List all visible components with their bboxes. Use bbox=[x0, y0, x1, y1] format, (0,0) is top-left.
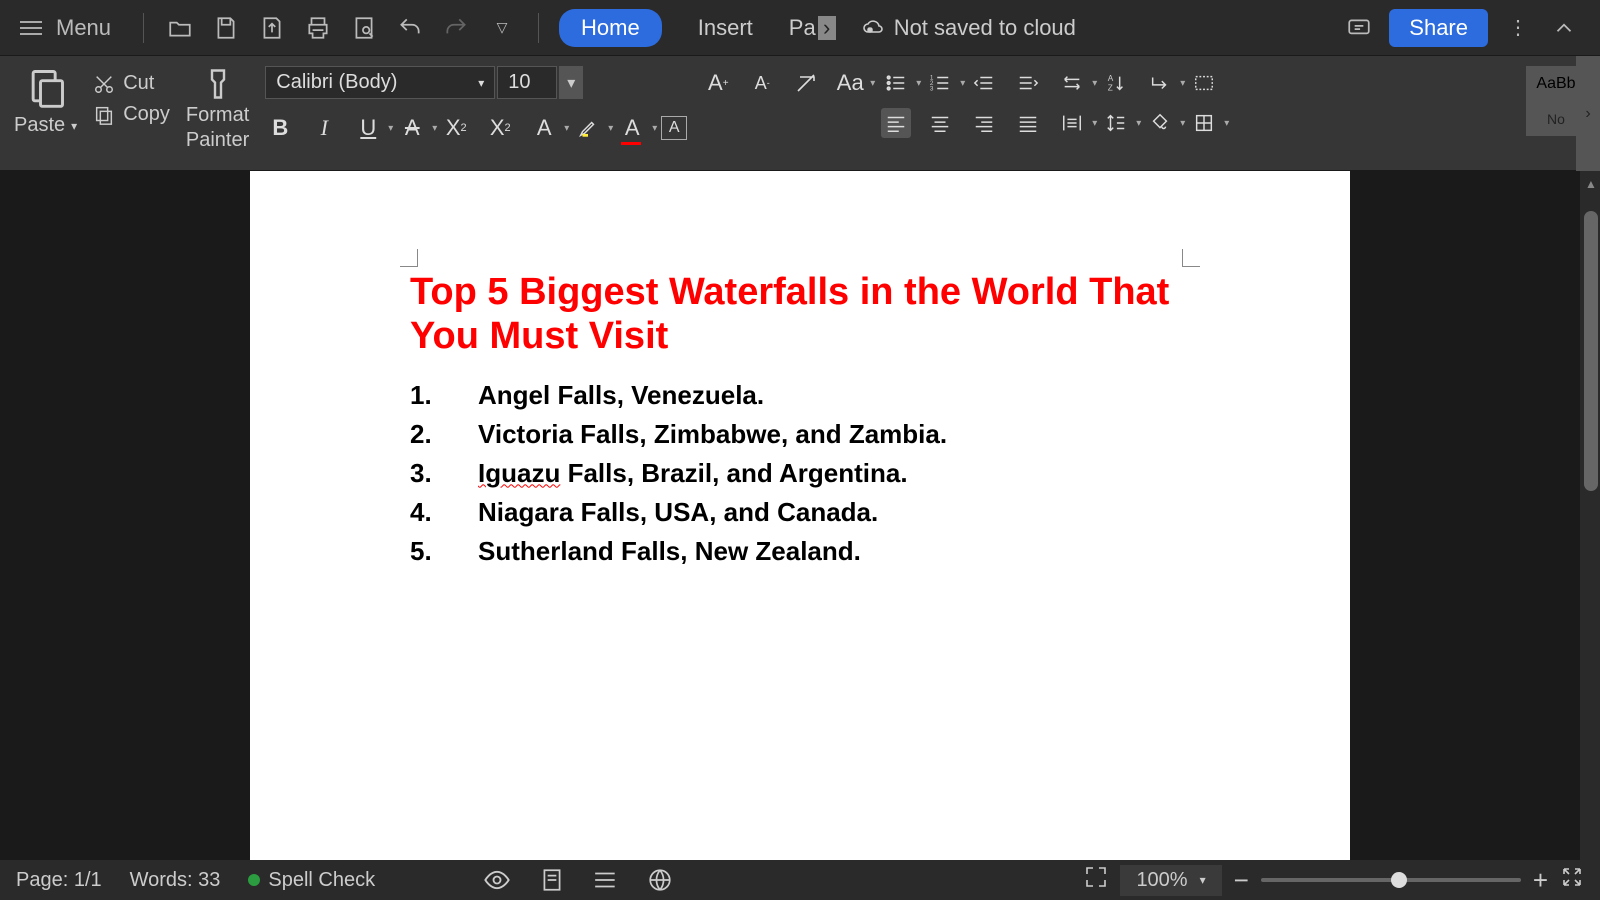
svg-text:Z: Z bbox=[1108, 83, 1113, 92]
separator bbox=[143, 13, 144, 43]
scroll-up-icon[interactable]: ▲ bbox=[1584, 177, 1598, 191]
menu-button[interactable]: Menu bbox=[56, 15, 111, 41]
clear-format-button[interactable] bbox=[791, 68, 821, 98]
redo-icon[interactable] bbox=[440, 12, 472, 44]
save-icon[interactable] bbox=[210, 12, 242, 44]
increase-indent-button[interactable] bbox=[1013, 68, 1043, 98]
text-effects-button[interactable]: A bbox=[529, 113, 559, 143]
list-item[interactable]: 4.Niagara Falls, USA, and Canada. bbox=[410, 497, 1190, 528]
tab-insert[interactable]: Insert bbox=[676, 9, 775, 47]
collapse-ribbon-icon[interactable] bbox=[1548, 12, 1580, 44]
spell-check-status[interactable]: Spell Check bbox=[248, 869, 375, 892]
paste-icon[interactable] bbox=[24, 66, 68, 110]
chevron-right-icon[interactable]: › bbox=[818, 16, 836, 40]
shrink-font-button[interactable]: A- bbox=[747, 68, 777, 98]
word-count[interactable]: Words: 33 bbox=[130, 869, 221, 892]
format-painter-button[interactable]: Format Painter bbox=[186, 66, 249, 152]
char-border-button[interactable]: A bbox=[661, 116, 687, 140]
font-size-dropdown[interactable]: ▾ bbox=[559, 66, 583, 99]
subscript-button[interactable]: X2 bbox=[485, 113, 515, 143]
zoom-level[interactable]: 100%▾ bbox=[1120, 865, 1221, 896]
share-button[interactable]: Share bbox=[1389, 9, 1488, 47]
cloud-status[interactable]: Not saved to cloud bbox=[862, 15, 1076, 41]
separator bbox=[538, 13, 539, 43]
line-break-button[interactable] bbox=[1145, 68, 1175, 98]
align-left-button[interactable] bbox=[881, 108, 911, 138]
borders-button[interactable] bbox=[1189, 108, 1219, 138]
paste-button[interactable]: Paste▾ bbox=[14, 114, 77, 137]
more-icon[interactable]: ⋮ bbox=[1502, 12, 1534, 44]
shading-button[interactable] bbox=[1145, 108, 1175, 138]
text-direction-button[interactable] bbox=[1057, 68, 1087, 98]
ribbon: Paste▾ Cut Copy Format Painter Calibri (… bbox=[0, 56, 1600, 171]
zoom-in-button[interactable]: + bbox=[1533, 865, 1548, 896]
highlight-button[interactable] bbox=[573, 113, 603, 143]
document-title[interactable]: Top 5 Biggest Waterfalls in the World Th… bbox=[410, 271, 1190, 358]
page-indicator[interactable]: Page: 1/1 bbox=[16, 869, 102, 892]
margin-corner bbox=[1182, 249, 1200, 267]
font-size-input[interactable]: 10 bbox=[497, 66, 557, 99]
bold-button[interactable]: B bbox=[265, 113, 295, 143]
underline-button[interactable]: U bbox=[353, 113, 383, 143]
bullet-list-button[interactable] bbox=[881, 68, 911, 98]
fullscreen-icon[interactable] bbox=[1560, 865, 1584, 895]
page[interactable]: Top 5 Biggest Waterfalls in the World Th… bbox=[250, 171, 1350, 900]
web-view-icon[interactable] bbox=[647, 867, 673, 893]
list-item[interactable]: 3.Iguazu Falls, Brazil, and Argentina. bbox=[410, 458, 1190, 489]
sort-button[interactable]: AZ bbox=[1101, 68, 1131, 98]
open-icon[interactable] bbox=[164, 12, 196, 44]
dropdown-toggle-icon[interactable]: ▽ bbox=[486, 12, 518, 44]
top-bar: Menu ▽ Home Insert Pa› Not saved to clou… bbox=[0, 0, 1600, 56]
outline-view-icon[interactable] bbox=[593, 867, 619, 893]
list-item[interactable]: 5.Sutherland Falls, New Zealand. bbox=[410, 536, 1190, 567]
decrease-indent-button[interactable] bbox=[969, 68, 999, 98]
zoom-slider[interactable] bbox=[1261, 878, 1521, 882]
grow-font-button[interactable]: A+ bbox=[703, 68, 733, 98]
fit-page-icon[interactable] bbox=[1084, 865, 1108, 895]
line-spacing-button[interactable] bbox=[1101, 108, 1131, 138]
cut-button[interactable]: Cut bbox=[93, 72, 170, 95]
italic-button[interactable]: I bbox=[309, 113, 339, 143]
print-preview-icon[interactable] bbox=[348, 12, 380, 44]
zoom-out-button[interactable]: − bbox=[1234, 865, 1249, 896]
strikethrough-button[interactable]: A bbox=[397, 113, 427, 143]
tab-home[interactable]: Home bbox=[559, 9, 662, 47]
list-item[interactable]: 2.Victoria Falls, Zimbabwe, and Zambia. bbox=[410, 419, 1190, 450]
superscript-button[interactable]: X2 bbox=[441, 113, 471, 143]
list-item[interactable]: 1.Angel Falls, Venezuela. bbox=[410, 380, 1190, 411]
scrollbar[interactable]: ▲ ▼ bbox=[1580, 171, 1600, 900]
align-center-button[interactable] bbox=[925, 108, 955, 138]
align-distribute-button[interactable] bbox=[1057, 108, 1087, 138]
document-list[interactable]: 1.Angel Falls, Venezuela. 2.Victoria Fall… bbox=[410, 380, 1190, 567]
hamburger-icon[interactable] bbox=[20, 21, 42, 35]
font-color-button[interactable]: A bbox=[617, 113, 647, 143]
margin-corner bbox=[400, 249, 418, 267]
align-right-button[interactable] bbox=[969, 108, 999, 138]
show-marks-button[interactable] bbox=[1189, 68, 1219, 98]
comment-icon[interactable] bbox=[1343, 12, 1375, 44]
align-justify-button[interactable] bbox=[1013, 108, 1043, 138]
number-list-button[interactable]: 123 bbox=[925, 68, 955, 98]
export-icon[interactable] bbox=[256, 12, 288, 44]
print-icon[interactable] bbox=[302, 12, 334, 44]
status-bar: Page: 1/1 Words: 33 Spell Check 100%▾ − … bbox=[0, 860, 1600, 900]
scroll-thumb[interactable] bbox=[1584, 211, 1598, 491]
svg-text:A: A bbox=[1108, 74, 1114, 83]
change-case-button[interactable]: Aa bbox=[835, 68, 865, 98]
document-area: Top 5 Biggest Waterfalls in the World Th… bbox=[0, 171, 1600, 900]
paste-group: Paste▾ bbox=[14, 66, 77, 137]
page-view-icon[interactable] bbox=[539, 867, 565, 893]
copy-button[interactable]: Copy bbox=[93, 103, 170, 126]
svg-text:3: 3 bbox=[930, 85, 934, 92]
font-name-select[interactable]: Calibri (Body)▾ bbox=[265, 66, 495, 99]
eye-icon[interactable] bbox=[483, 866, 511, 894]
ribbon-scroll-right[interactable]: › bbox=[1576, 56, 1600, 171]
undo-icon[interactable] bbox=[394, 12, 426, 44]
tab-truncated[interactable]: Pa› bbox=[789, 15, 836, 41]
